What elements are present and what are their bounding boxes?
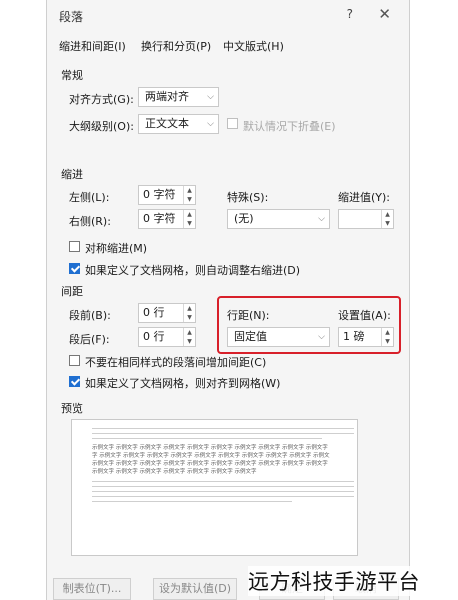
special-select[interactable]: (无) ⌵ <box>227 209 330 229</box>
preview-pane: 示例文字 示例文字 示例文字 示例文字 示例文字 示例文字 示例文字 示例文字 … <box>71 419 358 556</box>
indent-by-label: 缩进值(Y): <box>338 191 391 204</box>
tab-asian-typography[interactable]: 中文版式(H) <box>223 38 284 54</box>
preview-heading: 预览 <box>61 402 83 415</box>
at-value: 1 磅 <box>343 330 365 343</box>
auto-adjust-label: 如果定义了文档网格，则自动调整右缩进(D) <box>85 264 301 277</box>
preview-previous-line <box>92 428 354 429</box>
tabs-button[interactable]: 制表位(T)... <box>53 578 131 600</box>
special-label: 特殊(S): <box>227 191 269 204</box>
general-heading: 常规 <box>61 69 83 82</box>
stepper-arrows-icon[interactable]: ▲ ▼ <box>381 328 393 346</box>
tab-line-page-breaks[interactable]: 换行和分页(P) <box>141 38 211 54</box>
snap-grid-label: 如果定义了文档网格，则对齐到网格(W) <box>85 377 281 390</box>
help-icon[interactable]: ? <box>347 7 353 21</box>
alignment-label: 对齐方式(G): <box>69 93 134 106</box>
special-value: (无) <box>234 212 254 225</box>
preview-previous-line <box>92 438 322 439</box>
no-space-checkbox[interactable] <box>69 355 80 366</box>
indent-heading: 缩进 <box>61 168 83 181</box>
preview-sample-line: 示例文字 示例文字 示例文字 示例文字 示例文字 示例文字 示例文字 示例文字 … <box>92 461 328 467</box>
line-spacing-select[interactable]: 固定值 ⌵ <box>227 327 330 347</box>
right-indent-label: 右侧(R): <box>69 215 111 228</box>
line-spacing-label: 行距(N): <box>227 309 270 322</box>
stepper-arrows-icon[interactable]: ▲ ▼ <box>183 328 195 346</box>
collapse-label: 默认情况下折叠(E) <box>243 120 336 133</box>
outline-level-select[interactable]: 正文文本 ⌵ <box>138 114 219 134</box>
preview-following-line <box>92 491 354 492</box>
indent-by-stepper[interactable]: ▲ ▼ <box>338 209 394 229</box>
stepper-arrows-icon[interactable]: ▲ ▼ <box>183 186 195 204</box>
paragraph-dialog: 段落 ? ✕ 缩进和间距(I) 换行和分页(P) 中文版式(H) 常规 对齐方式… <box>46 0 410 600</box>
left-indent-value: 0 字符 <box>143 188 176 201</box>
right-indent-value: 0 字符 <box>143 212 176 225</box>
right-indent-stepper[interactable]: 0 字符 ▲ ▼ <box>138 209 196 229</box>
spacing-heading: 间距 <box>61 285 83 298</box>
tab-indents-spacing[interactable]: 缩进和间距(I) <box>59 38 126 54</box>
preview-following-line <box>92 496 354 497</box>
preview-sample-line: 字 示例文字 示例文字 示例文字 示例文字 示例文字 示例文字 示例文字 示例文… <box>92 453 330 459</box>
alignment-value: 两端对齐 <box>145 90 189 103</box>
close-icon[interactable]: ✕ <box>378 5 391 23</box>
alignment-select[interactable]: 两端对齐 ⌵ <box>138 87 219 107</box>
line-spacing-value: 固定值 <box>234 330 267 343</box>
chevron-down-icon: ⌵ <box>207 119 214 129</box>
snap-grid-checkbox[interactable] <box>69 376 80 387</box>
preview-following-line <box>92 501 292 502</box>
stepper-arrows-icon[interactable]: ▲ ▼ <box>381 210 393 228</box>
chevron-down-icon: ⌵ <box>318 214 325 224</box>
space-before-value: 0 行 <box>143 306 165 319</box>
space-before-stepper[interactable]: 0 行 ▲ ▼ <box>138 303 196 323</box>
chevron-down-icon: ⌵ <box>207 92 214 102</box>
no-space-label: 不要在相同样式的段落间增加间距(C) <box>85 356 267 369</box>
at-stepper[interactable]: 1 磅 ▲ ▼ <box>338 327 394 347</box>
at-label: 设置值(A): <box>338 309 391 322</box>
set-default-button[interactable]: 设为默认值(D) <box>153 578 237 600</box>
chevron-down-icon: ⌵ <box>318 332 325 342</box>
left-indent-stepper[interactable]: 0 字符 ▲ ▼ <box>138 185 196 205</box>
space-after-label: 段后(F): <box>69 333 110 346</box>
space-after-value: 0 行 <box>143 330 165 343</box>
collapse-checkbox[interactable] <box>227 118 238 129</box>
mirror-indent-checkbox[interactable] <box>69 241 80 252</box>
preview-sample-line: 示例文字 示例文字 示例文字 示例文字 示例文字 示例文字 示例文字 示例文字 … <box>92 445 328 451</box>
preview-following-line <box>92 481 354 482</box>
title-bar: 段落 ? ✕ <box>47 0 409 30</box>
preview-following-line <box>92 486 354 487</box>
space-after-stepper[interactable]: 0 行 ▲ ▼ <box>138 327 196 347</box>
left-indent-label: 左侧(L): <box>69 191 110 204</box>
outline-level-value: 正文文本 <box>145 117 189 130</box>
preview-previous-line <box>92 433 354 434</box>
auto-adjust-checkbox[interactable] <box>69 263 80 274</box>
stepper-arrows-icon[interactable]: ▲ ▼ <box>183 210 195 228</box>
mirror-indent-label: 对称缩进(M) <box>85 242 148 255</box>
watermark-text: 远方科技手游平台 <box>248 566 420 596</box>
preview-sample-line: 示例文字 示例文字 示例文字 示例文字 示例文字 示例文字 示例文字 <box>92 469 257 475</box>
stepper-arrows-icon[interactable]: ▲ ▼ <box>183 304 195 322</box>
dialog-title: 段落 <box>59 10 84 24</box>
outline-level-label: 大纲级别(O): <box>69 120 134 133</box>
space-before-label: 段前(B): <box>69 309 111 322</box>
